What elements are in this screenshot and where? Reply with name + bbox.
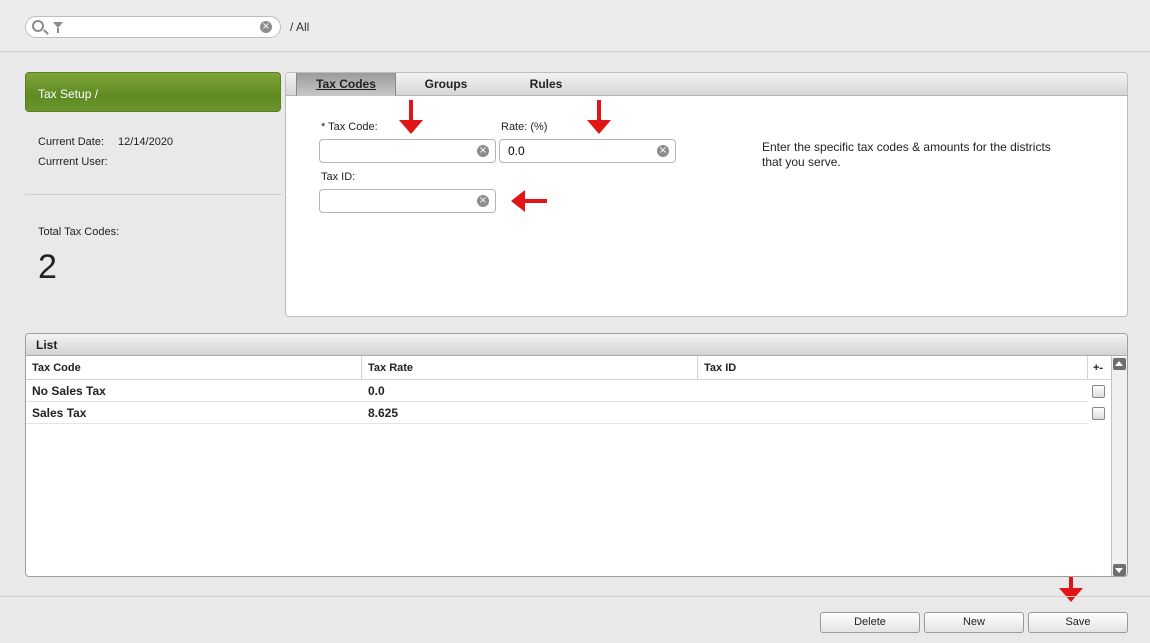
column-header-tax-id[interactable]: Tax ID <box>698 356 1088 380</box>
cell-tax-id[interactable] <box>698 380 1088 402</box>
tax-code-input[interactable] <box>328 144 468 158</box>
arrow-down-icon <box>399 100 423 134</box>
cell-tax-rate[interactable]: 8.625 <box>362 402 698 424</box>
delete-button[interactable]: Delete <box>820 612 920 633</box>
current-date-value: 12/14/2020 <box>118 136 174 148</box>
current-date-label: Current Date: <box>38 136 105 148</box>
rate-input[interactable] <box>508 144 648 158</box>
tax-id-input[interactable] <box>328 194 468 208</box>
clear-icon[interactable]: × <box>657 145 669 157</box>
vertical-scrollbar[interactable] <box>1111 357 1127 576</box>
cell-tax-id[interactable] <box>698 402 1088 424</box>
tab-groups[interactable]: Groups <box>396 73 496 96</box>
cell-tax-code[interactable]: Sales Tax <box>26 402 362 424</box>
clear-icon[interactable]: × <box>477 145 489 157</box>
scroll-down-icon[interactable] <box>1113 564 1126 576</box>
help-text: Enter the specific tax codes & amounts f… <box>762 140 1051 169</box>
column-header-tax-rate[interactable]: Tax Rate <box>362 356 698 380</box>
current-user-label: Currrent User: <box>38 156 108 168</box>
total-tax-codes-value: 2 <box>38 248 57 286</box>
tab-tax-codes[interactable]: Tax Codes <box>296 73 396 96</box>
total-tax-codes-label: Total Tax Codes: <box>38 226 120 238</box>
tax-code-label: * Tax Code: <box>321 121 378 133</box>
breadcrumb[interactable]: / All <box>290 20 309 34</box>
top-bar: × / All <box>0 0 1150 52</box>
divider <box>0 596 1150 597</box>
tax-id-field[interactable]: × <box>319 189 496 213</box>
tax-code-field[interactable]: × <box>319 139 496 163</box>
clear-icon[interactable]: × <box>477 195 489 207</box>
tab-bar: Tax Codes Groups Rules <box>286 73 1127 96</box>
rate-field[interactable]: × <box>499 139 676 163</box>
search-box[interactable]: × <box>25 16 281 38</box>
search-input[interactable] <box>66 19 256 35</box>
tax-id-label: Tax ID: <box>321 171 356 183</box>
section-header: Tax Setup / <box>25 72 281 112</box>
new-button[interactable]: New <box>924 612 1024 633</box>
clear-icon[interactable]: × <box>260 21 272 33</box>
rate-label: Rate: (%) <box>501 121 548 133</box>
filter-icon[interactable] <box>53 22 63 33</box>
list-title: List <box>26 334 1127 356</box>
divider <box>25 194 281 195</box>
row-checkbox[interactable] <box>1092 385 1105 398</box>
save-button[interactable]: Save <box>1028 612 1128 633</box>
add-column-button[interactable]: +- <box>1088 356 1112 380</box>
list-panel: List Tax Code Tax Rate Tax ID +- No Sale… <box>25 333 1128 577</box>
cell-tax-rate[interactable]: 0.0 <box>362 380 698 402</box>
arrow-down-icon <box>587 100 611 134</box>
tab-rules[interactable]: Rules <box>496 73 596 96</box>
column-header-tax-code[interactable]: Tax Code <box>26 356 362 380</box>
search-icon <box>32 20 44 32</box>
cell-tax-code[interactable]: No Sales Tax <box>26 380 362 402</box>
scroll-up-icon[interactable] <box>1113 358 1126 370</box>
arrow-left-icon <box>511 190 547 212</box>
row-checkbox[interactable] <box>1092 407 1105 420</box>
